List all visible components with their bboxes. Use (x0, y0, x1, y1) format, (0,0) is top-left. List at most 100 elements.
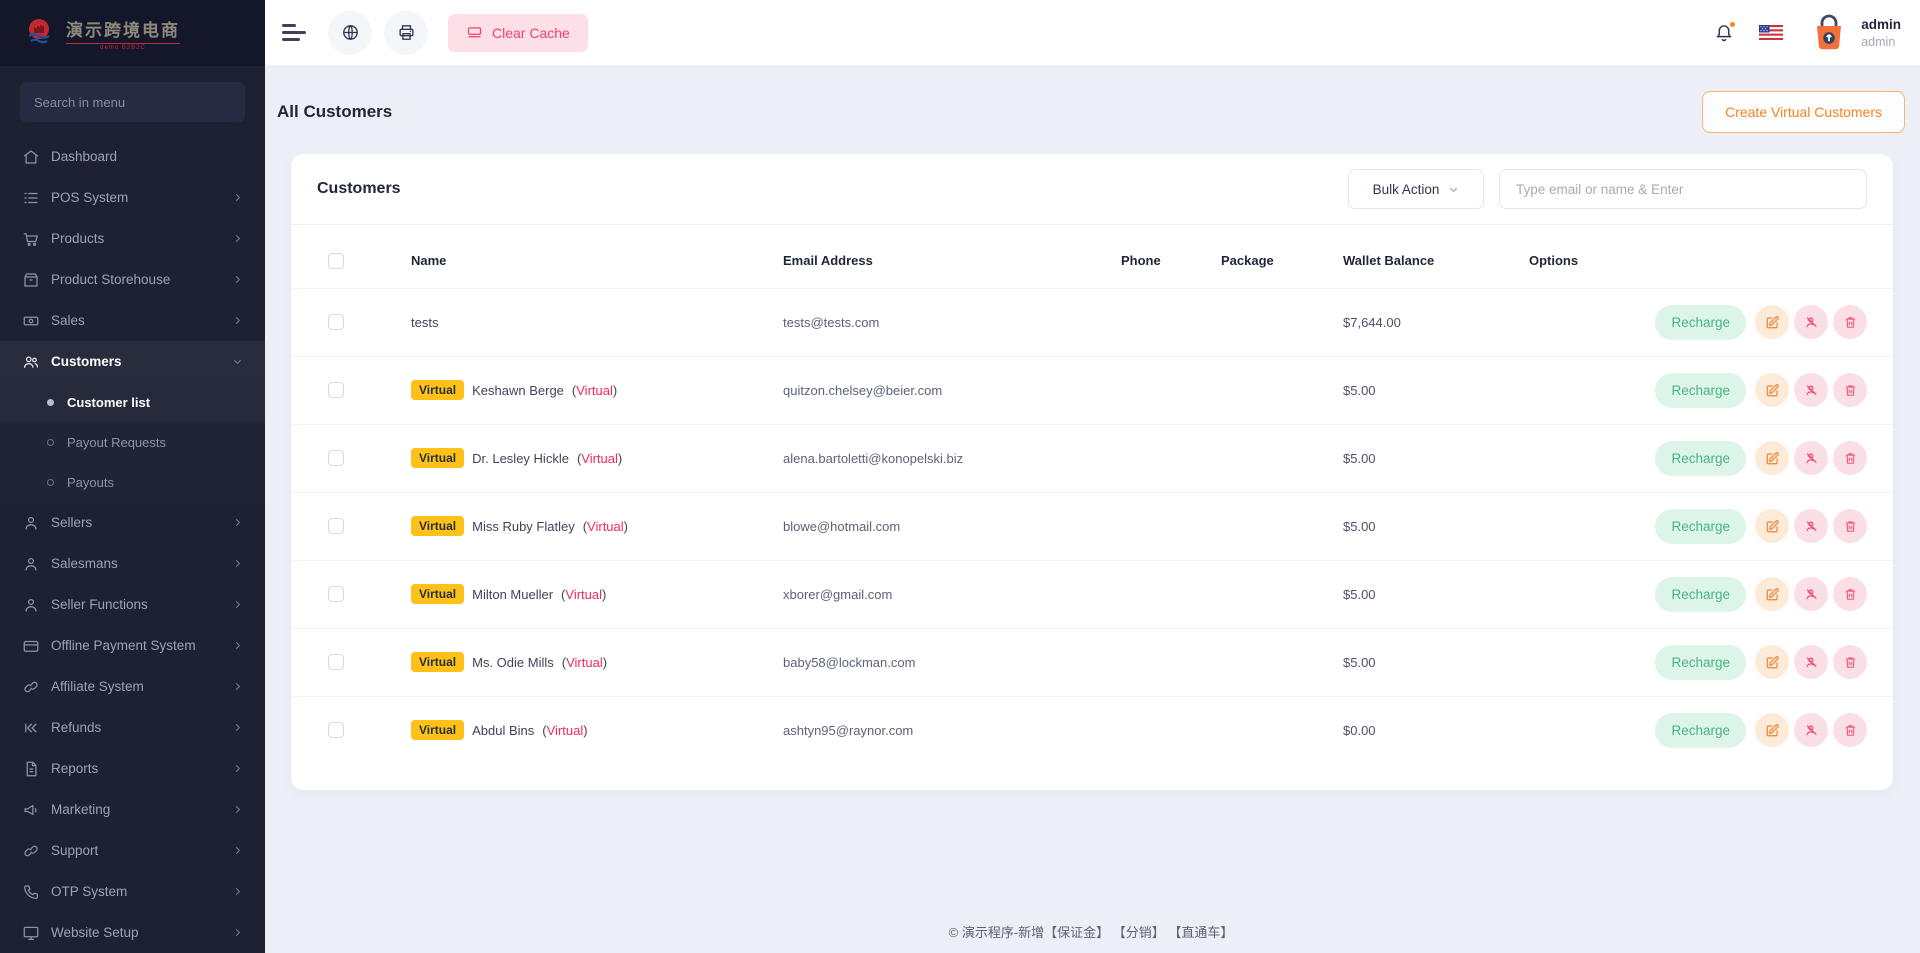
card-icon (22, 637, 40, 655)
sidebar-item-products[interactable]: Products (0, 218, 265, 259)
user-menu[interactable]: admin admin (1807, 11, 1901, 55)
recharge-button[interactable]: Recharge (1655, 645, 1746, 680)
sidebar-item-reports[interactable]: Reports (0, 748, 265, 789)
sidebar-subitem-customer-list[interactable]: Customer list (0, 382, 265, 422)
sidebar-item-offline-payment-system[interactable]: Offline Payment System (0, 625, 265, 666)
ban-user-button[interactable] (1794, 373, 1828, 407)
sidebar-toggle-icon[interactable] (282, 20, 308, 45)
sidebar-item-dashboard[interactable]: Dashboard (0, 136, 265, 177)
us-flag-icon (1759, 25, 1783, 40)
delete-button[interactable] (1833, 509, 1867, 543)
customer-row: Virtual Milton Mueller (Virtual) xborer@… (291, 560, 1893, 628)
row-checkbox[interactable] (328, 382, 344, 398)
ban-user-button[interactable] (1794, 441, 1828, 475)
sidebar-item-support[interactable]: Support (0, 830, 265, 871)
virtual-note: (Virtual) (572, 383, 617, 398)
recharge-button[interactable]: Recharge (1655, 713, 1746, 748)
row-checkbox[interactable] (328, 314, 344, 330)
ban-user-button[interactable] (1794, 713, 1828, 747)
chevron-right-icon (232, 927, 243, 938)
recharge-button[interactable]: Recharge (1655, 373, 1746, 408)
delete-button[interactable] (1833, 305, 1867, 339)
delete-button[interactable] (1833, 645, 1867, 679)
sidebar-item-marketing[interactable]: Marketing (0, 789, 265, 830)
sidebar-search-input[interactable] (20, 82, 245, 122)
delete-button[interactable] (1833, 441, 1867, 475)
recharge-button[interactable]: Recharge (1655, 305, 1746, 340)
trash-icon (1843, 451, 1858, 466)
edit-button[interactable] (1755, 645, 1789, 679)
footer-copyright: © 演示程序-新增【保证金】 【分销】 【直通车】 (277, 904, 1905, 953)
edit-button[interactable] (1755, 577, 1789, 611)
ban-user-button[interactable] (1794, 305, 1828, 339)
edit-pencil-icon (1765, 451, 1780, 466)
edit-button[interactable] (1755, 713, 1789, 747)
ban-user-button[interactable] (1794, 509, 1828, 543)
create-virtual-customers-button[interactable]: Create Virtual Customers (1702, 91, 1905, 133)
list-icon (22, 189, 40, 207)
select-all-checkbox[interactable] (328, 253, 344, 269)
sidebar-item-customers[interactable]: Customers (0, 341, 265, 382)
delete-button[interactable] (1833, 713, 1867, 747)
recharge-button[interactable]: Recharge (1655, 509, 1746, 544)
sidebar-item-seller-functions[interactable]: Seller Functions (0, 584, 265, 625)
ban-user-button[interactable] (1794, 645, 1828, 679)
edit-button[interactable] (1755, 305, 1789, 339)
website-link-button[interactable] (328, 11, 372, 55)
edit-button[interactable] (1755, 509, 1789, 543)
customer-row: Virtual Dr. Lesley Hickle (Virtual) alen… (291, 424, 1893, 492)
sidebar-subitem-payout-requests[interactable]: Payout Requests (0, 422, 265, 462)
sidebar-item-sales[interactable]: Sales (0, 300, 265, 341)
sidebar-item-refunds[interactable]: Refunds (0, 707, 265, 748)
chevron-right-icon (232, 558, 243, 569)
edit-pencil-icon (1765, 315, 1780, 330)
ban-user-button[interactable] (1794, 577, 1828, 611)
bulk-action-select[interactable]: Bulk Action (1348, 169, 1484, 209)
sidebar-item-pos-system[interactable]: POS System (0, 177, 265, 218)
row-checkbox[interactable] (328, 518, 344, 534)
edit-button[interactable] (1755, 373, 1789, 407)
clear-cache-button[interactable]: Clear Cache (448, 14, 588, 52)
recharge-button[interactable]: Recharge (1655, 577, 1746, 612)
customer-phone (1121, 628, 1221, 696)
column-header-package: Package (1221, 225, 1343, 288)
row-checkbox[interactable] (328, 722, 344, 738)
edit-pencil-icon (1765, 383, 1780, 398)
edit-button[interactable] (1755, 441, 1789, 475)
sidebar-item-salesmans[interactable]: Salesmans (0, 543, 265, 584)
column-header-email: Email Address (783, 225, 1121, 288)
customer-email: alena.bartoletti@konopelski.biz (783, 424, 1121, 492)
delete-button[interactable] (1833, 373, 1867, 407)
row-checkbox[interactable] (328, 450, 344, 466)
recharge-button[interactable]: Recharge (1655, 441, 1746, 476)
brand-logo[interactable]: 演示跨境电商 demo B2B2C (0, 0, 265, 66)
user-slash-icon (1804, 655, 1819, 670)
customer-search-input[interactable] (1499, 169, 1867, 209)
print-button[interactable] (384, 11, 428, 55)
notifications-button[interactable] (1713, 22, 1735, 44)
customer-row: tests tests@tests.com $7,644.00 Recharge (291, 288, 1893, 356)
link-icon (22, 678, 40, 696)
file-icon (22, 760, 40, 778)
sidebar: 演示跨境电商 demo B2B2C Dashboard POS System P… (0, 0, 265, 953)
chevron-right-icon (232, 517, 243, 528)
sidebar-item-sellers[interactable]: Sellers (0, 502, 265, 543)
sidebar-item-affiliate-system[interactable]: Affiliate System (0, 666, 265, 707)
row-checkbox[interactable] (328, 654, 344, 670)
row-checkbox[interactable] (328, 586, 344, 602)
user-slash-icon (1804, 723, 1819, 738)
customer-package (1221, 560, 1343, 628)
sidebar-subitem-payouts[interactable]: Payouts (0, 462, 265, 502)
chevron-right-icon (232, 640, 243, 651)
trash-icon (1843, 587, 1858, 602)
edit-pencil-icon (1765, 723, 1780, 738)
sidebar-item-product-storehouse[interactable]: Product Storehouse (0, 259, 265, 300)
delete-button[interactable] (1833, 577, 1867, 611)
language-selector[interactable] (1759, 25, 1783, 40)
edit-pencil-icon (1765, 655, 1780, 670)
sidebar-item-website-setup[interactable]: Website Setup (0, 912, 265, 953)
customer-name: Keshawn Berge (472, 383, 564, 398)
globe-icon (341, 23, 360, 42)
customer-name: Miss Ruby Flatley (472, 519, 575, 534)
sidebar-item-otp-system[interactable]: OTP System (0, 871, 265, 912)
